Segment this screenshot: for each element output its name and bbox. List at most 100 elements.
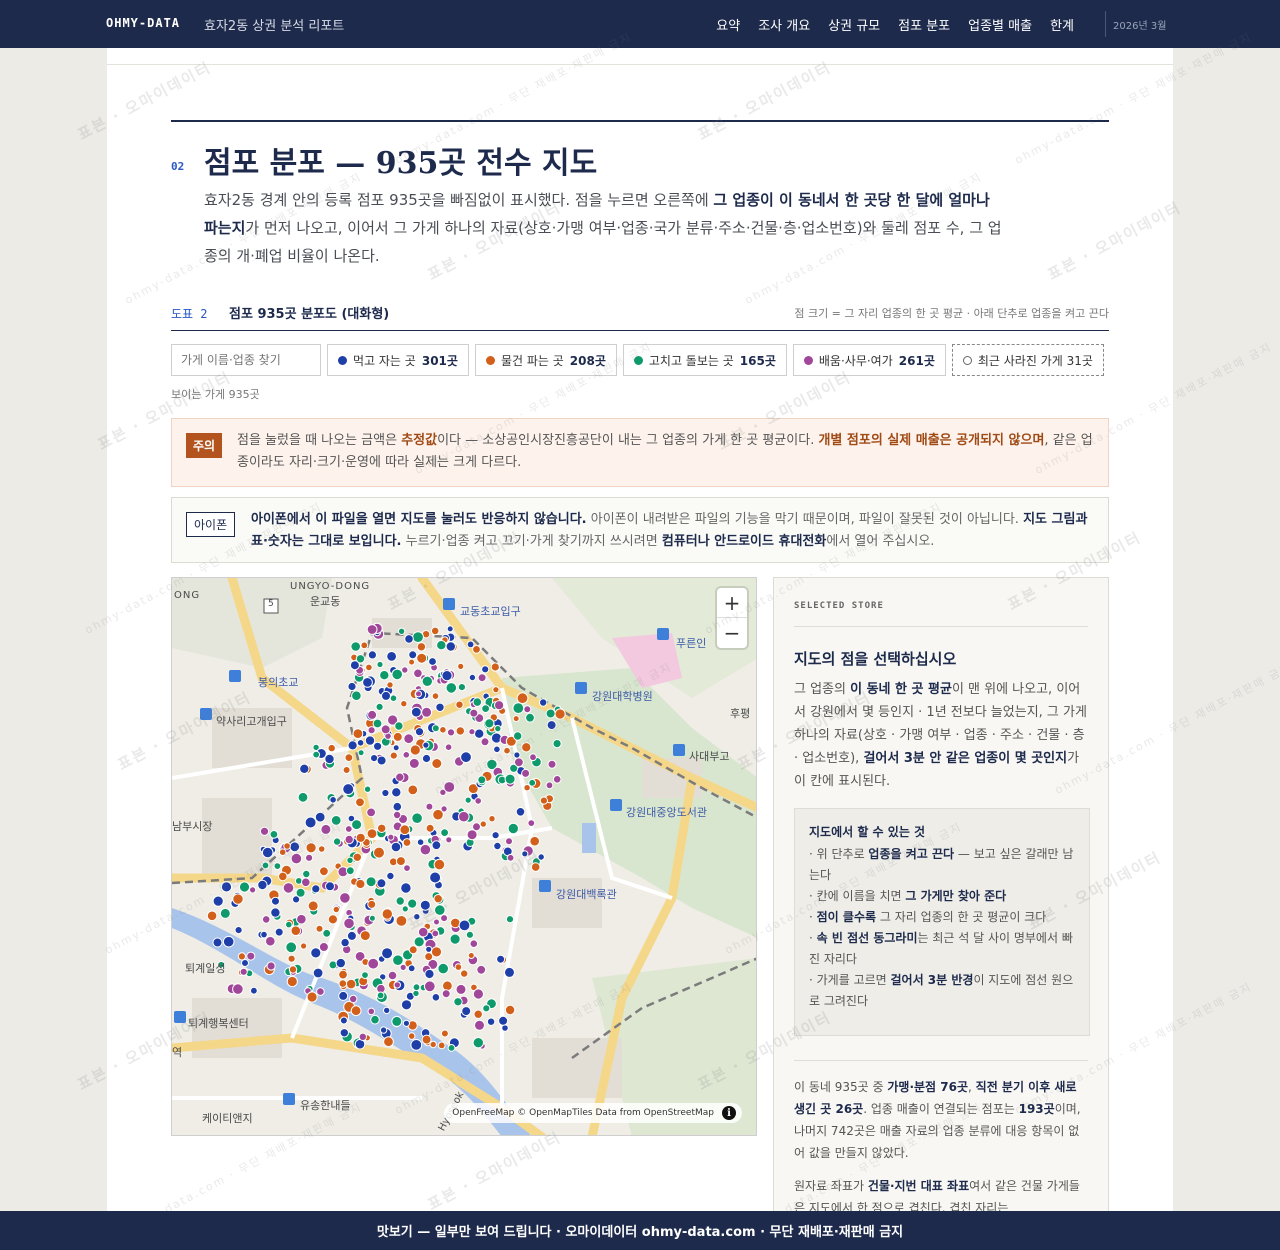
store-dot[interactable] bbox=[488, 815, 496, 823]
store-dot[interactable] bbox=[346, 856, 354, 864]
store-dot[interactable] bbox=[373, 846, 385, 859]
store-dot[interactable] bbox=[329, 796, 337, 804]
store-dot[interactable] bbox=[454, 963, 463, 971]
store-dot[interactable] bbox=[311, 884, 321, 894]
store-dot[interactable] bbox=[346, 930, 357, 941]
store-dot[interactable] bbox=[404, 634, 414, 644]
store-dot[interactable] bbox=[431, 692, 440, 700]
store-dot[interactable] bbox=[400, 700, 408, 708]
store-dot[interactable] bbox=[477, 775, 487, 785]
store-dot[interactable] bbox=[332, 837, 342, 846]
store-dot[interactable] bbox=[324, 753, 335, 765]
store-dot[interactable] bbox=[339, 1016, 348, 1025]
store-dot[interactable] bbox=[347, 681, 357, 692]
store-dot[interactable] bbox=[342, 783, 355, 796]
store-dot[interactable] bbox=[232, 893, 244, 905]
zoom-out-button[interactable]: − bbox=[717, 618, 747, 648]
store-dot[interactable] bbox=[283, 842, 291, 850]
store-dot[interactable] bbox=[325, 881, 335, 892]
store-dot[interactable] bbox=[314, 811, 326, 823]
store-dot[interactable] bbox=[399, 824, 411, 836]
filter-chip-closed-stores[interactable]: 최근 사라진 가게 31곳 bbox=[951, 344, 1104, 376]
store-dot[interactable] bbox=[529, 753, 537, 762]
store-dot[interactable] bbox=[513, 731, 523, 741]
store-dot[interactable] bbox=[429, 871, 442, 884]
store-dot[interactable] bbox=[265, 935, 276, 947]
store-dot[interactable] bbox=[512, 715, 520, 723]
store-dot[interactable] bbox=[479, 820, 487, 828]
store-dot[interactable] bbox=[315, 924, 324, 933]
store-dot[interactable] bbox=[431, 840, 442, 851]
store-dot[interactable] bbox=[457, 662, 465, 671]
store-dot[interactable] bbox=[241, 959, 249, 967]
store-dot[interactable] bbox=[447, 1044, 456, 1052]
store-dot[interactable] bbox=[259, 826, 270, 836]
store-dot[interactable] bbox=[367, 726, 376, 735]
store-dot[interactable] bbox=[513, 751, 521, 759]
store-dot[interactable] bbox=[449, 933, 461, 945]
store-dot[interactable] bbox=[359, 930, 371, 942]
store-dot[interactable] bbox=[552, 739, 562, 749]
store-dot[interactable] bbox=[381, 908, 394, 920]
store-dot[interactable] bbox=[493, 841, 502, 851]
filter-chip-education-office[interactable]: 배움·사무·여가 261곳 bbox=[792, 344, 946, 376]
store-dot[interactable] bbox=[319, 866, 329, 877]
store-dot[interactable] bbox=[335, 957, 347, 969]
zoom-in-button[interactable]: + bbox=[717, 588, 747, 618]
store-dot[interactable] bbox=[299, 763, 310, 775]
store-dot[interactable] bbox=[410, 1039, 423, 1051]
store-dot[interactable] bbox=[387, 970, 398, 981]
store-dot[interactable] bbox=[472, 1037, 484, 1049]
store-dot[interactable] bbox=[407, 784, 419, 796]
store-dot[interactable] bbox=[467, 952, 475, 959]
store-dot[interactable] bbox=[505, 915, 515, 924]
store-dot[interactable] bbox=[413, 936, 425, 948]
store-dot[interactable] bbox=[239, 967, 248, 976]
store-dot[interactable] bbox=[282, 882, 295, 894]
store-dot[interactable] bbox=[505, 837, 513, 846]
store-dot[interactable] bbox=[344, 834, 354, 845]
filter-chip-retail[interactable]: 물건 파는 곳 208곳 bbox=[474, 344, 617, 376]
store-dot[interactable] bbox=[504, 773, 516, 785]
store-dot[interactable] bbox=[327, 743, 336, 753]
store-dot[interactable] bbox=[395, 896, 405, 906]
store-dot[interactable] bbox=[358, 1032, 368, 1041]
store-dot[interactable] bbox=[381, 788, 390, 798]
store-dot[interactable] bbox=[344, 753, 354, 763]
store-dot[interactable] bbox=[392, 810, 402, 820]
store-dot[interactable] bbox=[288, 965, 298, 974]
store-dot[interactable] bbox=[345, 978, 357, 990]
store-dot[interactable] bbox=[421, 753, 432, 764]
store-dot[interactable] bbox=[270, 907, 281, 918]
store-dot[interactable] bbox=[355, 878, 366, 890]
store-dot[interactable] bbox=[436, 639, 447, 651]
store-dot[interactable] bbox=[332, 905, 341, 914]
store-dot[interactable] bbox=[506, 853, 515, 862]
store-dot[interactable] bbox=[400, 882, 412, 894]
store-dot[interactable] bbox=[430, 626, 440, 636]
store-dot[interactable] bbox=[395, 856, 406, 867]
store-dot[interactable] bbox=[474, 797, 483, 805]
store-dot[interactable] bbox=[492, 686, 500, 694]
store-dot[interactable] bbox=[355, 832, 366, 843]
store-dot[interactable] bbox=[395, 915, 408, 927]
store-dot[interactable] bbox=[370, 1014, 380, 1025]
store-dot[interactable] bbox=[444, 743, 453, 751]
store-dot[interactable] bbox=[446, 625, 454, 633]
store-dot[interactable] bbox=[481, 665, 490, 674]
store-dot[interactable] bbox=[521, 850, 529, 858]
store-dot[interactable] bbox=[474, 728, 485, 739]
store-dot[interactable] bbox=[390, 841, 402, 853]
store-dot[interactable] bbox=[381, 690, 391, 701]
store-dot[interactable] bbox=[367, 899, 377, 909]
store-dot[interactable] bbox=[367, 709, 378, 720]
store-dot[interactable] bbox=[261, 915, 271, 924]
store-dot[interactable] bbox=[397, 627, 406, 635]
store-dot[interactable] bbox=[530, 862, 541, 872]
store-dot[interactable] bbox=[305, 853, 314, 862]
nav-link-sales[interactable]: 업종별 매출 bbox=[968, 15, 1032, 34]
brand-logo[interactable]: OHMY-DATA bbox=[106, 16, 180, 30]
store-dot[interactable] bbox=[365, 663, 373, 672]
store-dot[interactable] bbox=[338, 979, 348, 988]
store-dot[interactable] bbox=[386, 681, 394, 689]
